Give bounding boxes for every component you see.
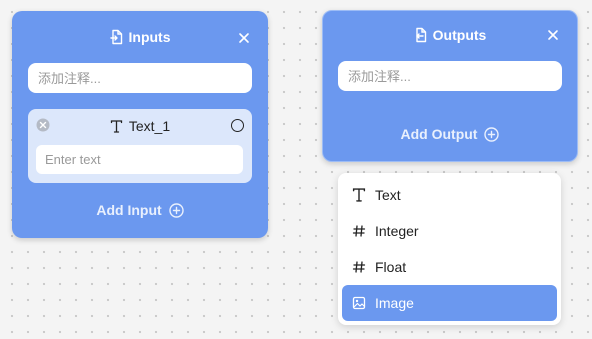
inputs-title: Inputs — [128, 29, 171, 45]
input-item-title: Text_1 — [28, 117, 252, 135]
file-import-icon — [109, 29, 122, 45]
image-icon — [352, 296, 366, 310]
output-port-handle[interactable] — [231, 119, 244, 132]
close-icon[interactable] — [237, 31, 251, 45]
add-output-label: Add Output — [400, 126, 478, 142]
outputs-header: Outputs — [323, 25, 577, 45]
menu-item-image[interactable]: Image — [342, 285, 557, 321]
inputs-header: Inputs — [12, 27, 268, 47]
close-icon[interactable] — [546, 28, 560, 42]
outputs-comment-input[interactable] — [338, 61, 562, 91]
text-type-icon — [110, 119, 123, 133]
add-input-button[interactable]: Add Input — [12, 200, 268, 220]
add-output-button[interactable]: Add Output — [323, 124, 577, 144]
plus-circle-icon — [168, 202, 184, 218]
inputs-node[interactable]: Inputs Text_1 Add Input — [12, 11, 268, 238]
outputs-node[interactable]: Outputs Add Output — [322, 10, 578, 162]
outputs-title: Outputs — [432, 27, 487, 43]
menu-item-integer[interactable]: Integer — [342, 213, 557, 249]
menu-item-label: Float — [375, 259, 407, 275]
plus-circle-icon — [484, 126, 500, 142]
menu-item-label: Text — [375, 187, 401, 203]
menu-item-float[interactable]: Float — [342, 249, 557, 285]
text-type-icon — [352, 188, 366, 202]
inputs-comment-input[interactable] — [28, 63, 252, 93]
hash-icon — [352, 225, 366, 237]
input-item-name: Text_1 — [128, 118, 171, 134]
output-type-menu: Text Integer Float Image — [338, 173, 561, 325]
file-export-icon — [415, 27, 426, 43]
add-input-label: Add Input — [96, 202, 162, 218]
menu-item-text[interactable]: Text — [342, 177, 557, 213]
hash-icon — [352, 261, 366, 273]
input-item-card: Text_1 — [28, 109, 252, 183]
input-text-field[interactable] — [36, 145, 243, 174]
menu-item-label: Integer — [375, 223, 419, 239]
menu-item-label: Image — [375, 295, 414, 311]
